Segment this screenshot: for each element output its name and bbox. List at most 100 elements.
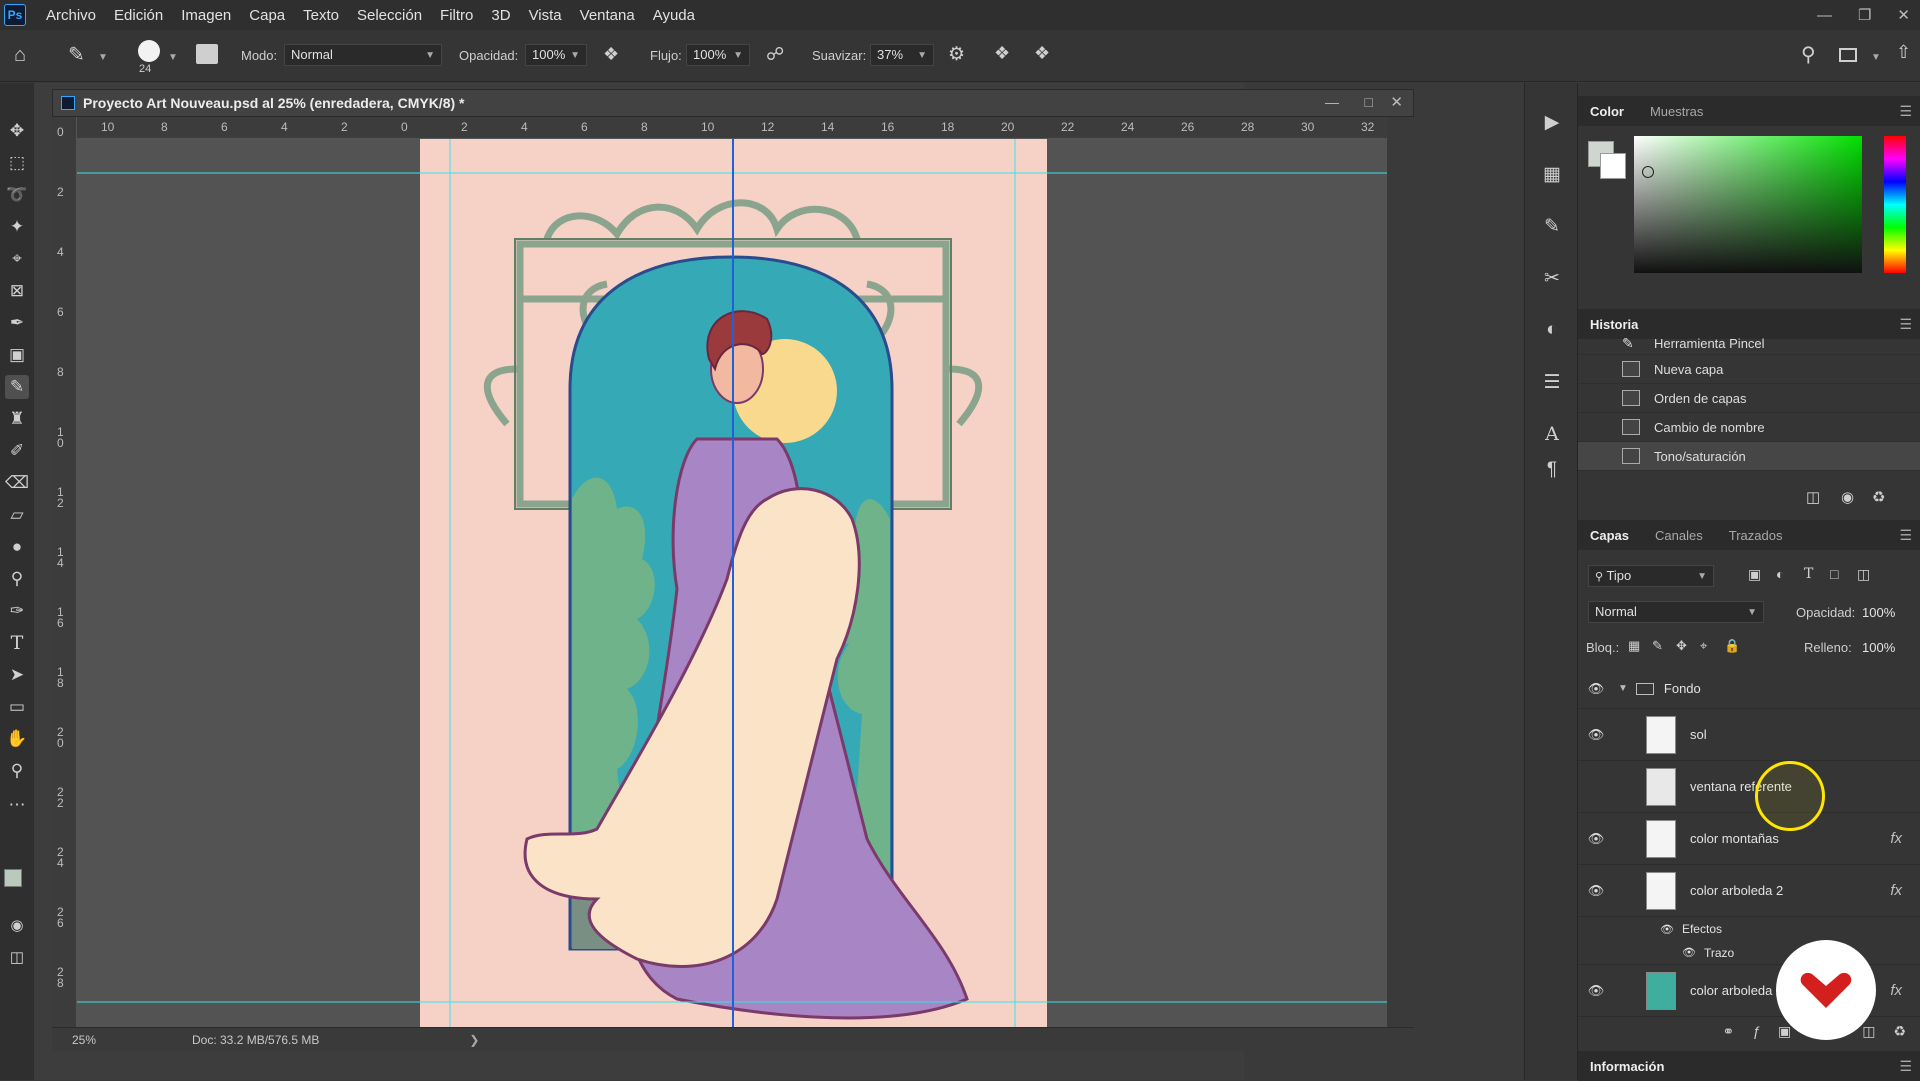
visibility-eye-icon[interactable]: 👁 xyxy=(1682,946,1696,959)
tab-color[interactable]: Color xyxy=(1590,104,1624,119)
smoothing-input[interactable]: 37% ▼ xyxy=(870,44,934,66)
layer-row[interactable]: 👁 sol xyxy=(1578,709,1920,761)
eyedropper-icon[interactable]: ✒ xyxy=(5,311,29,335)
share-icon[interactable]: ⇧ xyxy=(1896,42,1911,63)
snapshot-icon[interactable]: ◉ xyxy=(1841,488,1854,506)
adjustment-filter-icon[interactable]: ◐ xyxy=(1776,566,1784,582)
add-mask-icon[interactable]: ▣ xyxy=(1778,1023,1791,1040)
visibility-eye-icon[interactable]: 👁 xyxy=(1580,983,1612,999)
document-title-bar[interactable]: Proyecto Art Nouveau.psd al 25% (enredad… xyxy=(52,89,1414,117)
tab-paths[interactable]: Trazados xyxy=(1729,528,1783,543)
paragraph-icon[interactable]: ¶ xyxy=(1539,457,1565,483)
history-item-selected[interactable]: Tono/saturación xyxy=(1578,442,1920,471)
history-item[interactable]: ✎ Herramienta Pincel xyxy=(1578,333,1920,355)
restore-icon[interactable]: ❐ xyxy=(1858,6,1871,24)
history-item[interactable]: Nueva capa xyxy=(1578,355,1920,384)
panel-menu-icon[interactable]: ☰ xyxy=(1899,1058,1912,1075)
pressure-opacity-icon[interactable]: ❖ xyxy=(603,44,619,65)
symmetry-icon[interactable]: ❖ xyxy=(1034,43,1050,64)
fill-value[interactable]: 100% xyxy=(1862,640,1895,655)
layer-opacity-value[interactable]: 100% xyxy=(1862,605,1895,620)
minimize-icon[interactable]: — xyxy=(1817,7,1832,24)
chevron-right-icon[interactable]: ❯ xyxy=(469,1033,479,1047)
color-picker-field[interactable] xyxy=(1634,136,1862,273)
horizontal-ruler[interactable]: 10 8 6 4 2 0 2 4 6 8 10 12 14 16 18 20 22 24 26 28 30 32 xyxy=(77,117,1387,139)
history-brush-icon[interactable]: ✐ xyxy=(5,439,29,463)
brush-tool-icon[interactable]: ✎ xyxy=(5,375,29,399)
color-picker-handle[interactable] xyxy=(1642,166,1654,178)
chevron-down-icon[interactable]: ▼ xyxy=(98,52,108,63)
marquee-tool-icon[interactable]: ⬚ xyxy=(5,151,29,175)
close-icon[interactable]: ✕ xyxy=(1897,6,1910,24)
menu-texto[interactable]: Texto xyxy=(303,7,339,24)
menu-vista[interactable]: Vista xyxy=(529,7,562,24)
blur-tool-icon[interactable]: ● xyxy=(5,535,29,559)
layer-row[interactable]: 👁 color arboleda 2 fx xyxy=(1578,865,1920,917)
lock-position-icon[interactable]: ✥ xyxy=(1676,638,1687,654)
brush-settings-icon[interactable]: ✎ xyxy=(1539,213,1565,239)
panel-menu-icon[interactable]: ☰ xyxy=(1899,527,1912,544)
layer-filter-select[interactable]: ⚲ Tipo ▼ xyxy=(1588,565,1714,587)
adjustments-icon[interactable]: ◐ xyxy=(1539,317,1565,343)
workspace-icon[interactable] xyxy=(1839,48,1857,62)
menu-capa[interactable]: Capa xyxy=(249,7,285,24)
background-swatch[interactable] xyxy=(1600,153,1626,179)
character-icon[interactable]: A xyxy=(1539,421,1565,447)
chevron-down-icon[interactable]: ▼ xyxy=(1618,683,1628,694)
rectangle-tool-icon[interactable]: ▭ xyxy=(5,695,29,719)
lock-artboard-icon[interactable]: ⌖ xyxy=(1700,638,1707,654)
hue-slider[interactable] xyxy=(1884,136,1906,273)
panel-menu-icon[interactable]: ☰ xyxy=(1899,316,1912,333)
menu-seleccion[interactable]: Selección xyxy=(357,7,422,24)
info-title[interactable]: Información xyxy=(1590,1059,1664,1074)
canvas-area[interactable] xyxy=(77,139,1387,1027)
menu-3d[interactable]: 3D xyxy=(491,7,510,24)
magic-wand-icon[interactable]: ✦ xyxy=(5,215,29,239)
new-document-from-state-icon[interactable]: ◫ xyxy=(1806,488,1820,506)
menu-ayuda[interactable]: Ayuda xyxy=(653,7,695,24)
photoshop-logo[interactable]: Ps xyxy=(4,4,26,26)
play-icon[interactable]: ▶ xyxy=(1539,109,1565,135)
new-layer-icon[interactable]: ◫ xyxy=(1862,1023,1875,1040)
brush-tool-icon[interactable]: ✎ xyxy=(68,42,85,67)
airbrush-icon[interactable]: ☍ xyxy=(766,44,784,65)
eraser-icon[interactable]: ⌫ xyxy=(5,471,29,495)
type-tool-icon[interactable]: T xyxy=(5,631,29,655)
healing-brush-icon[interactable]: ▣ xyxy=(5,343,29,367)
link-layers-icon[interactable]: ⚭ xyxy=(1723,1023,1735,1040)
zoom-tool-icon[interactable]: ⚲ xyxy=(5,759,29,783)
history-item[interactable]: Orden de capas xyxy=(1578,384,1920,413)
smart-object-filter-icon[interactable]: ◫ xyxy=(1857,566,1870,583)
trash-icon[interactable]: ♻ xyxy=(1893,1023,1906,1040)
pen-tool-icon[interactable]: ✑ xyxy=(5,599,29,623)
chevron-down-icon[interactable]: ▼ xyxy=(168,52,178,63)
fx-icon[interactable]: fx xyxy=(1890,982,1902,999)
foreground-color-swatch[interactable] xyxy=(4,869,22,887)
lock-pixels-icon[interactable]: ✎ xyxy=(1652,638,1663,654)
visibility-eye-icon[interactable]: 👁 xyxy=(1580,681,1612,697)
lock-all-icon[interactable]: 🔒 xyxy=(1724,638,1740,654)
layer-effects-row[interactable]: 👁 Efectos xyxy=(1578,917,1920,941)
menu-filtro[interactable]: Filtro xyxy=(440,7,473,24)
brush-preset-icon[interactable] xyxy=(138,40,160,62)
add-style-icon[interactable]: ƒ xyxy=(1752,1023,1760,1039)
pressure-size-icon[interactable]: ❖ xyxy=(994,43,1010,64)
blend-mode-select[interactable]: Normal ▼ xyxy=(1588,601,1764,623)
trash-icon[interactable]: ♻ xyxy=(1872,488,1885,506)
shape-filter-icon[interactable]: □ xyxy=(1830,566,1838,582)
tools-icon[interactable]: ✂ xyxy=(1539,265,1565,291)
layer-row[interactable]: 👁 color montañas fx xyxy=(1578,813,1920,865)
layer-effect-stroke-row[interactable]: 👁 Trazo xyxy=(1578,941,1920,965)
frame-tool-icon[interactable]: ⊠ xyxy=(5,279,29,303)
brush-settings-icon[interactable] xyxy=(196,44,218,64)
move-tool-icon[interactable]: ✥ xyxy=(5,119,29,143)
visibility-off-icon[interactable]: □ xyxy=(1580,779,1612,794)
type-filter-icon[interactable]: T xyxy=(1804,566,1813,582)
pixel-filter-icon[interactable]: ▣ xyxy=(1748,566,1761,583)
opacity-input[interactable]: 100% ▼ xyxy=(525,44,587,66)
layer-row[interactable]: □ ventana referente xyxy=(1578,761,1920,813)
clone-stamp-icon[interactable]: ♜ xyxy=(5,407,29,431)
lock-transparency-icon[interactable]: ▦ xyxy=(1628,638,1640,654)
tab-swatches[interactable]: Muestras xyxy=(1650,104,1703,119)
vertical-ruler[interactable]: 0 2 4 6 8 10 12 14 16 18 20 22 24 26 28 xyxy=(52,117,77,1027)
